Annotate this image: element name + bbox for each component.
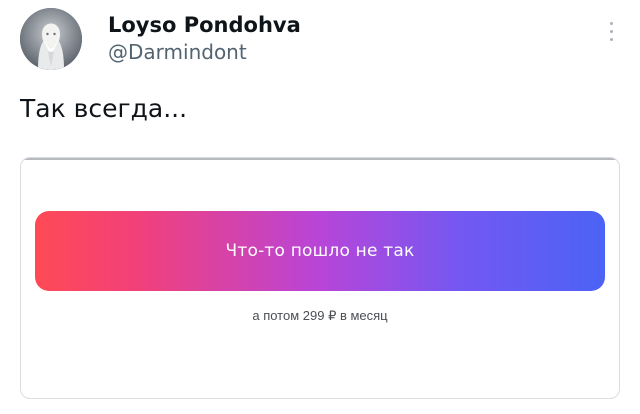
tweet-text: Так всегда... — [20, 94, 188, 123]
avatar-image — [20, 8, 82, 70]
tweet-media[interactable]: Что-то пошло не так а потом 299 ₽ в меся… — [20, 157, 620, 399]
display-name[interactable]: Loyso Pondohva — [108, 12, 301, 38]
tweet-page: Loyso Pondohva @Darmindont Так всегда...… — [0, 0, 640, 414]
more-dot — [609, 38, 613, 41]
avatar[interactable] — [20, 8, 82, 70]
user-handle[interactable]: @Darmindont — [108, 38, 301, 66]
error-button[interactable]: Что-то пошло не так — [35, 211, 605, 291]
more-vertical-icon[interactable] — [606, 22, 616, 52]
more-dot — [609, 22, 613, 25]
price-caption: а потом 299 ₽ в месяц — [252, 308, 388, 323]
more-dot — [609, 30, 613, 33]
user-meta: Loyso Pondohva @Darmindont — [108, 12, 301, 66]
tweet-header: Loyso Pondohva @Darmindont — [18, 8, 622, 72]
